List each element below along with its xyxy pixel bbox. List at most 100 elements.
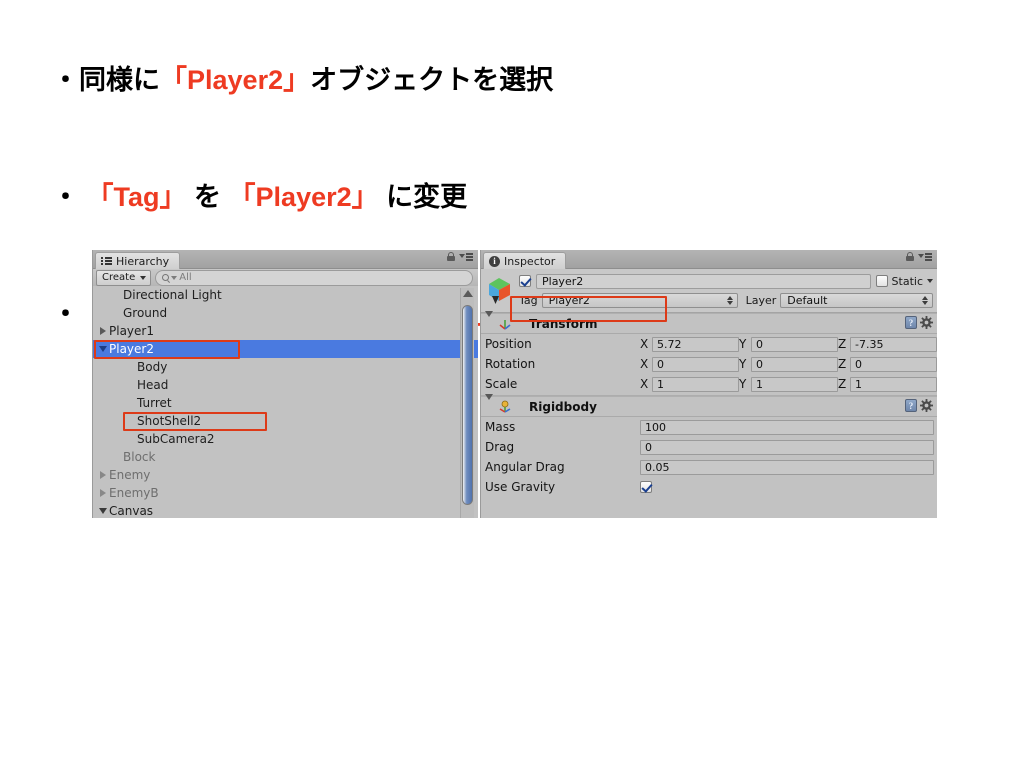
component-title: Rigidbody: [529, 399, 597, 414]
hierarchy-scrollbar-thumb[interactable]: [462, 305, 473, 505]
gear-icon[interactable]: [920, 316, 933, 329]
tab-inspector[interactable]: i Inspector: [483, 252, 567, 269]
axis-label-y: Y: [739, 377, 747, 391]
help-book-icon[interactable]: ?: [905, 316, 917, 329]
component-header-transform[interactable]: Transform?: [481, 310, 937, 334]
create-button-label: Create: [102, 271, 136, 283]
static-caret-down-icon[interactable]: [927, 279, 933, 283]
rotation-y-field[interactable]: 0: [751, 356, 838, 372]
scale-x-field[interactable]: 1: [652, 376, 739, 392]
bullet-line-1: ・同様に「Player2」オブジェクトを選択: [22, 22, 982, 139]
hierarchy-item-directional-light[interactable]: Directional Light: [93, 286, 478, 304]
use-gravity-checkbox[interactable]: [640, 481, 652, 493]
axis-label-x: X: [640, 377, 649, 391]
component-header-icons: ?: [905, 316, 933, 329]
tab-hierarchy[interactable]: Hierarchy: [95, 252, 181, 269]
layer-dropdown[interactable]: Default: [780, 292, 933, 308]
layer-updown-icon: [922, 295, 929, 306]
hierarchy-item-label: Body: [137, 360, 168, 374]
hierarchy-item-ground[interactable]: Ground: [93, 304, 478, 322]
caret-down-icon: [140, 275, 147, 280]
rigidbody-icon: [498, 400, 512, 414]
object-enabled-checkbox[interactable]: [519, 275, 531, 287]
component-header-rigidbody[interactable]: Rigidbody?: [481, 393, 937, 417]
hierarchy-item-label: Head: [137, 378, 169, 392]
hierarchy-search-placeholder: All: [179, 272, 192, 283]
triangle-down-icon[interactable]: [485, 310, 493, 331]
hierarchy-search-input[interactable]: All: [155, 269, 473, 286]
tag-dropdown[interactable]: Player2: [541, 292, 738, 308]
position-x-field[interactable]: 5.72: [652, 336, 739, 352]
hierarchy-tabbar: Hierarchy: [93, 250, 478, 269]
vector-component-x: X 5.72: [640, 336, 739, 352]
search-caret-down-icon: [171, 275, 178, 280]
hierarchy-scrollbar[interactable]: [460, 288, 474, 518]
gear-icon[interactable]: [920, 399, 933, 412]
hierarchy-panel: Hierarchy Create All Directional Light Gr…: [92, 250, 478, 518]
vector-component-x: X1: [640, 376, 739, 392]
hierarchy-item-subcamera2[interactable]: SubCamera2: [93, 430, 478, 448]
object-name-field[interactable]: Player2: [536, 273, 871, 289]
bullet-2-seg-1: ・: [52, 182, 87, 212]
axis-label-z: Z: [838, 377, 847, 391]
hierarchy-item-label: EnemyB: [109, 486, 159, 500]
bullet-1-seg-3: オブジェクトを選択: [310, 65, 554, 95]
hierarchy-item-player2[interactable]: Player2: [93, 340, 478, 358]
bullet-1-seg-1: ・同様に: [52, 65, 161, 95]
hierarchy-item-shotshell2[interactable]: ShotShell2: [93, 412, 478, 430]
scale-z-field[interactable]: 1: [850, 376, 937, 392]
triangle-down-icon[interactable]: [485, 393, 493, 414]
panel-menu-icon[interactable]: [459, 252, 473, 261]
angular-drag-field[interactable]: 0.05: [640, 459, 934, 475]
axis-label-x: X: [640, 357, 649, 371]
triangle-down-icon[interactable]: [97, 346, 109, 352]
position-y-field[interactable]: 0: [751, 336, 838, 352]
rotation-x-field[interactable]: 0: [652, 356, 739, 372]
hierarchy-item-label: SubCamera2: [137, 432, 215, 446]
property-row-rotation: Rotation X 0 Y 0 Z 0: [481, 354, 937, 374]
mass-field[interactable]: 100: [640, 419, 934, 435]
axis-label-x: X: [640, 337, 649, 351]
scroll-up-arrow-icon[interactable]: [462, 290, 473, 297]
hierarchy-item-label: Block: [123, 450, 156, 464]
hierarchy-item-block[interactable]: Block: [93, 448, 478, 466]
hierarchy-item-label: Player2: [109, 342, 154, 356]
transform-axis-icon: [498, 317, 512, 331]
hierarchy-item-label: Ground: [123, 306, 168, 320]
hierarchy-item-label: Turret: [137, 396, 172, 410]
property-row-position: Position X 5.72 Y 0 Z -7.35: [481, 334, 937, 354]
panel-menu-icon[interactable]: [918, 252, 932, 261]
hierarchy-tree[interactable]: Directional Light Ground Player1 Player2 Bod…: [93, 286, 478, 518]
unity-editor-screenshot: Hierarchy Create All Directional Light Gr…: [92, 250, 937, 518]
hierarchy-item-player1[interactable]: Player1: [93, 322, 478, 340]
hierarchy-item-head[interactable]: Head: [93, 376, 478, 394]
triangle-right-icon[interactable]: [97, 471, 109, 479]
triangle-down-icon[interactable]: [97, 508, 109, 514]
create-button[interactable]: Create: [96, 269, 152, 286]
axis-label-y: Y: [739, 357, 747, 371]
static-checkbox[interactable]: [875, 275, 888, 287]
lock-icon[interactable]: [906, 252, 914, 261]
rotation-z-field[interactable]: 0: [850, 356, 937, 372]
hierarchy-item-enemyb[interactable]: EnemyB: [93, 484, 478, 502]
triangle-right-icon[interactable]: [97, 489, 109, 497]
static-group: Static: [875, 274, 933, 288]
position-z-field[interactable]: -7.35: [850, 336, 937, 352]
scale-y-field[interactable]: 1: [751, 376, 838, 392]
lock-icon[interactable]: [447, 252, 455, 261]
static-label: Static: [891, 274, 923, 288]
component-title: Transform: [529, 316, 598, 331]
hierarchy-item-label: Player1: [109, 324, 154, 338]
object-name-row: Player2 Static: [519, 273, 933, 289]
hierarchy-item-enemy[interactable]: Enemy: [93, 466, 478, 484]
hierarchy-item-canvas[interactable]: Canvas: [93, 502, 478, 518]
vector-component-y: Y0: [739, 356, 838, 372]
hierarchy-item-turret[interactable]: Turret: [93, 394, 478, 412]
help-book-icon[interactable]: ?: [905, 399, 917, 412]
inspector-tab-right-icons: [906, 252, 932, 261]
triangle-right-icon[interactable]: [97, 327, 109, 335]
vector-component-z: Z0: [838, 356, 937, 372]
hierarchy-item-body[interactable]: Body: [93, 358, 478, 376]
hierarchy-item-label: Directional Light: [123, 288, 222, 302]
drag-field[interactable]: 0: [640, 439, 934, 455]
